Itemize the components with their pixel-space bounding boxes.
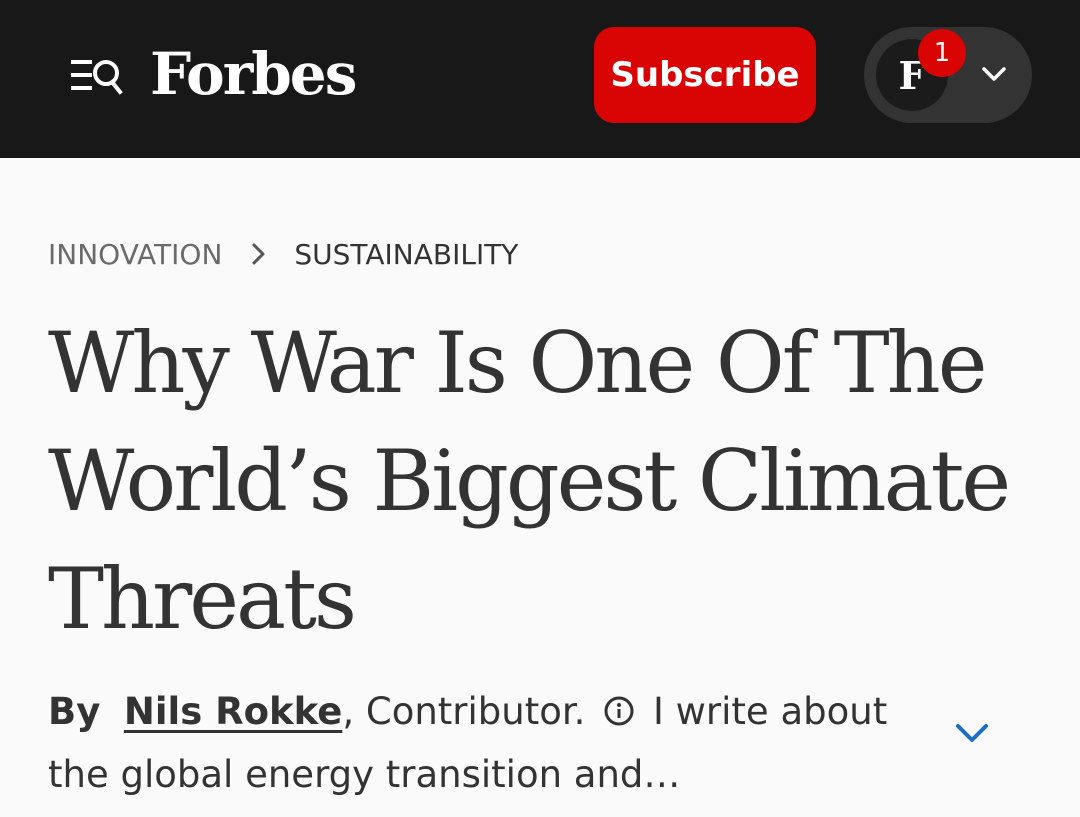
breadcrumb-innovation[interactable]: INNOVATION	[48, 238, 222, 271]
byline-separator: ,	[342, 690, 355, 733]
subscribe-button[interactable]: Subscribe	[594, 27, 816, 123]
expand-bio-chevron-icon[interactable]	[954, 720, 990, 746]
byline: By Nils Rokke, Contributor. I write abou…	[48, 680, 928, 806]
info-icon[interactable]	[603, 695, 635, 727]
byline-prefix: By	[48, 690, 101, 733]
menu-search-icon[interactable]	[70, 56, 124, 96]
top-header: Forbes Subscribe F 1	[0, 0, 1080, 158]
breadcrumb-sustainability[interactable]: SUSTAINABILITY	[294, 238, 518, 271]
breadcrumb: INNOVATION SUSTAINABILITY	[48, 236, 518, 272]
account-menu[interactable]: F 1	[864, 27, 1032, 123]
forbes-logo[interactable]: Forbes	[150, 36, 357, 112]
chevron-right-icon	[252, 243, 265, 265]
notification-badge: 1	[918, 29, 966, 77]
author-link[interactable]: Nils Rokke	[124, 690, 342, 733]
article-title: Why War Is One Of The World’s Biggest Cl…	[48, 314, 1011, 648]
chevron-down-icon[interactable]	[980, 63, 1008, 85]
author-role: Contributor.	[365, 690, 586, 733]
